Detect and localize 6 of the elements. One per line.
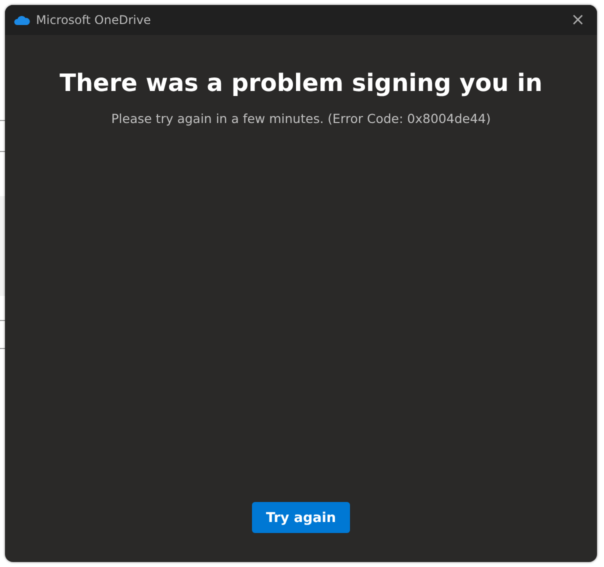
window-title: Microsoft OneDrive <box>36 13 152 27</box>
cloud-icon <box>14 15 30 25</box>
try-again-button[interactable]: Try again <box>252 502 350 533</box>
error-message: Please try again in a few minutes. (Error Code: 0x8004de44) <box>111 111 491 126</box>
error-heading: There was a problem signing you in <box>60 69 542 97</box>
close-button[interactable]: × <box>566 12 589 28</box>
